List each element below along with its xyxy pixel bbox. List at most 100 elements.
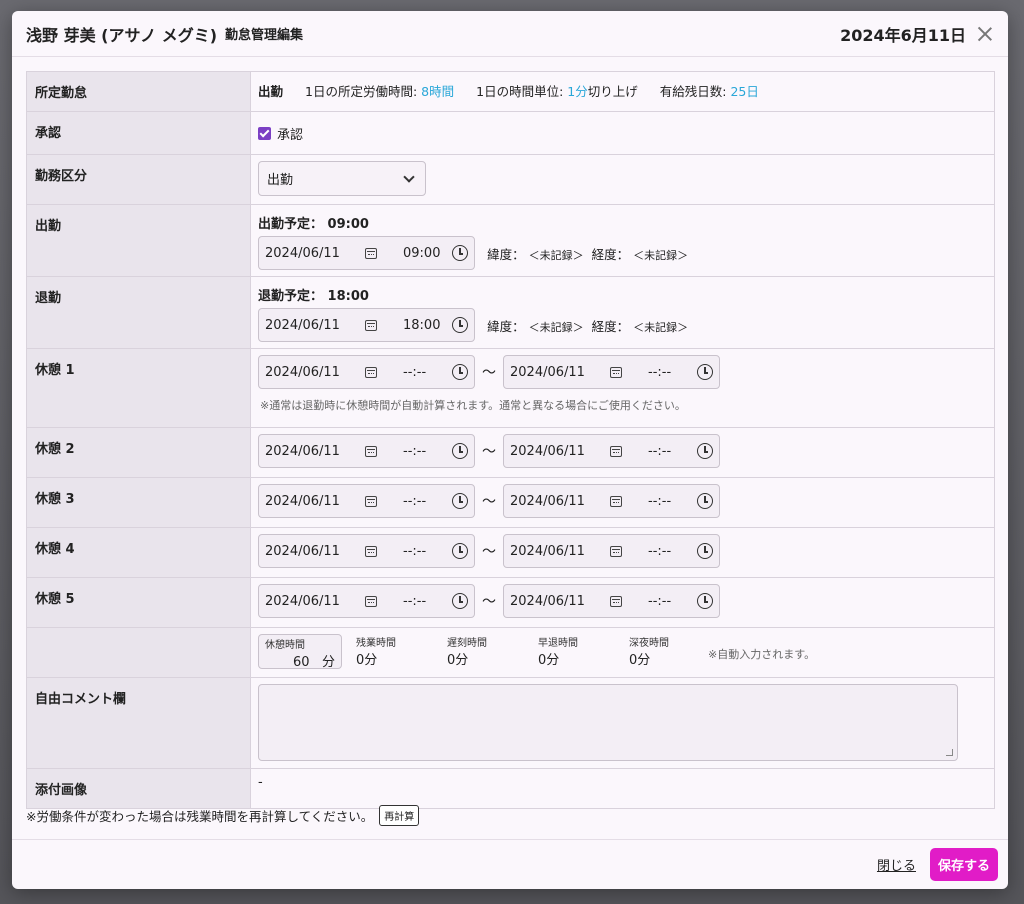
break3-start-input[interactable]: 2024/06/11 --:--: [258, 484, 475, 518]
calendar-icon[interactable]: [610, 366, 622, 378]
break-time[interactable]: --:--: [403, 444, 447, 459]
break-date[interactable]: 2024/06/11: [265, 365, 365, 380]
break3-end-input[interactable]: 2024/06/11 --:--: [503, 484, 720, 518]
modal-subtitle: 勤怠管理編集: [225, 28, 304, 43]
clock-out-planned: 退勤予定： 18:00: [258, 289, 369, 304]
clock-icon[interactable]: [697, 543, 713, 559]
clock-icon[interactable]: [697, 443, 713, 459]
break1-end-input[interactable]: 2024/06/11 --:--: [503, 355, 720, 389]
recalc-footnote: ※労働条件が変わった場合は残業時間を再計算してください。 再計算: [26, 805, 420, 826]
break-date[interactable]: 2024/06/11: [265, 544, 365, 559]
break5-start-input[interactable]: 2024/06/11 --:--: [258, 584, 475, 618]
close-icon[interactable]: [976, 25, 994, 43]
longitude-value: ＜未記録＞: [633, 248, 689, 262]
schedule-info: 出勤 1日の所定労働時間: 8時間 1日の時間単位: 1分切り上げ 有給残日数:…: [258, 78, 987, 100]
comment-textarea[interactable]: [258, 684, 958, 761]
calendar-icon[interactable]: [365, 319, 377, 331]
clock-in-geo: 緯度： ＜未記録＞ 経度： ＜未記録＞: [487, 244, 696, 263]
latitude-value: ＜未記録＞: [528, 248, 584, 262]
latitude-value: ＜未記録＞: [528, 320, 584, 334]
recalc-button[interactable]: 再計算: [379, 805, 420, 826]
range-separator: 〜: [482, 444, 496, 460]
break-minutes-input[interactable]: 休憩時間 60 分: [258, 634, 342, 670]
work-type-selected: 出勤: [267, 173, 294, 188]
break-total-unit: 分: [321, 655, 335, 670]
clock-out-time[interactable]: 18:00: [403, 318, 447, 333]
break-time[interactable]: --:--: [403, 544, 447, 559]
clock-icon[interactable]: [697, 493, 713, 509]
unit-label: 1日の時間単位:: [476, 84, 564, 99]
break4-start-input[interactable]: 2024/06/11 --:--: [258, 534, 475, 568]
calendar-icon[interactable]: [365, 495, 377, 507]
early-leave-label: 早退時間: [538, 638, 578, 649]
clock-out-datetime-input[interactable]: 2024/06/11 18:00: [258, 308, 475, 342]
break2-end-input[interactable]: 2024/06/11 --:--: [503, 434, 720, 468]
calendar-icon[interactable]: [610, 595, 622, 607]
calendar-icon[interactable]: [365, 445, 377, 457]
close-link[interactable]: 閉じる: [877, 855, 916, 874]
chevron-down-icon: [403, 170, 415, 183]
calendar-icon[interactable]: [610, 545, 622, 557]
calendar-icon[interactable]: [365, 247, 377, 259]
break-total-value[interactable]: 60: [293, 655, 310, 670]
approval-checkbox[interactable]: 承認: [258, 118, 303, 143]
save-button[interactable]: 保存する: [929, 848, 998, 881]
calendar-icon[interactable]: [610, 445, 622, 457]
break5-end-input[interactable]: 2024/06/11 --:--: [503, 584, 720, 618]
night-value: 0分: [629, 653, 651, 668]
break-time[interactable]: --:--: [648, 444, 692, 459]
label-break-1: 休憩 1: [26, 348, 251, 428]
break-note: ※通常は退勤時に休憩時間が自動計算されます。通常と異なる場合にご使用ください。: [260, 399, 686, 412]
calendar-icon[interactable]: [610, 495, 622, 507]
break-date[interactable]: 2024/06/11: [510, 494, 610, 509]
clock-icon[interactable]: [452, 543, 468, 559]
break-date[interactable]: 2024/06/11: [510, 444, 610, 459]
break2-start-input[interactable]: 2024/06/11 --:--: [258, 434, 475, 468]
break-time[interactable]: --:--: [648, 365, 692, 380]
clock-icon[interactable]: [452, 443, 468, 459]
break-time[interactable]: --:--: [403, 494, 447, 509]
label-clock-in: 出勤: [26, 204, 251, 277]
clock-icon[interactable]: [452, 593, 468, 609]
break1-start-input[interactable]: 2024/06/11 --:--: [258, 355, 475, 389]
checkbox-checked-icon[interactable]: [258, 127, 271, 140]
break-date[interactable]: 2024/06/11: [265, 594, 365, 609]
clock-icon[interactable]: [452, 493, 468, 509]
leave-label: 有給残日数:: [659, 84, 727, 99]
calendar-icon[interactable]: [365, 545, 377, 557]
clock-icon[interactable]: [452, 317, 468, 333]
work-type-select[interactable]: 出勤: [258, 161, 426, 196]
break4-end-input[interactable]: 2024/06/11 --:--: [503, 534, 720, 568]
break-date[interactable]: 2024/06/11: [510, 365, 610, 380]
calendar-icon[interactable]: [365, 595, 377, 607]
break-time[interactable]: --:--: [648, 544, 692, 559]
clock-icon[interactable]: [452, 245, 468, 261]
break-time[interactable]: --:--: [648, 594, 692, 609]
clock-in-time[interactable]: 09:00: [403, 246, 447, 261]
break-date[interactable]: 2024/06/11: [265, 494, 365, 509]
unit-value: 1分: [567, 84, 588, 99]
label-approval: 承認: [26, 111, 251, 155]
break-date[interactable]: 2024/06/11: [265, 444, 365, 459]
clock-icon[interactable]: [697, 364, 713, 380]
clock-in-date[interactable]: 2024/06/11: [265, 246, 365, 261]
label-clock-out: 退勤: [26, 276, 251, 349]
clock-in-datetime-input[interactable]: 2024/06/11 09:00: [258, 236, 475, 270]
leave-value: 25日: [730, 84, 759, 99]
hours-value: 8時間: [421, 84, 455, 99]
modal-footer: 閉じる 保存する: [12, 839, 1008, 889]
schedule-type: 出勤: [258, 84, 284, 99]
clock-icon[interactable]: [452, 364, 468, 380]
label-comment: 自由コメント欄: [26, 677, 251, 769]
clock-out-date[interactable]: 2024/06/11: [265, 318, 365, 333]
calendar-icon[interactable]: [365, 366, 377, 378]
break-date[interactable]: 2024/06/11: [510, 594, 610, 609]
attendance-form: 所定勤怠 出勤 1日の所定労働時間: 8時間 1日の時間単位: 1分切り上げ 有…: [26, 71, 995, 809]
employee-name: 浅野 芽美 (アサノ メグミ): [26, 25, 218, 45]
break-time[interactable]: --:--: [403, 594, 447, 609]
night-label: 深夜時間: [629, 638, 669, 649]
break-time[interactable]: --:--: [403, 365, 447, 380]
break-date[interactable]: 2024/06/11: [510, 544, 610, 559]
clock-icon[interactable]: [697, 593, 713, 609]
break-time[interactable]: --:--: [648, 494, 692, 509]
